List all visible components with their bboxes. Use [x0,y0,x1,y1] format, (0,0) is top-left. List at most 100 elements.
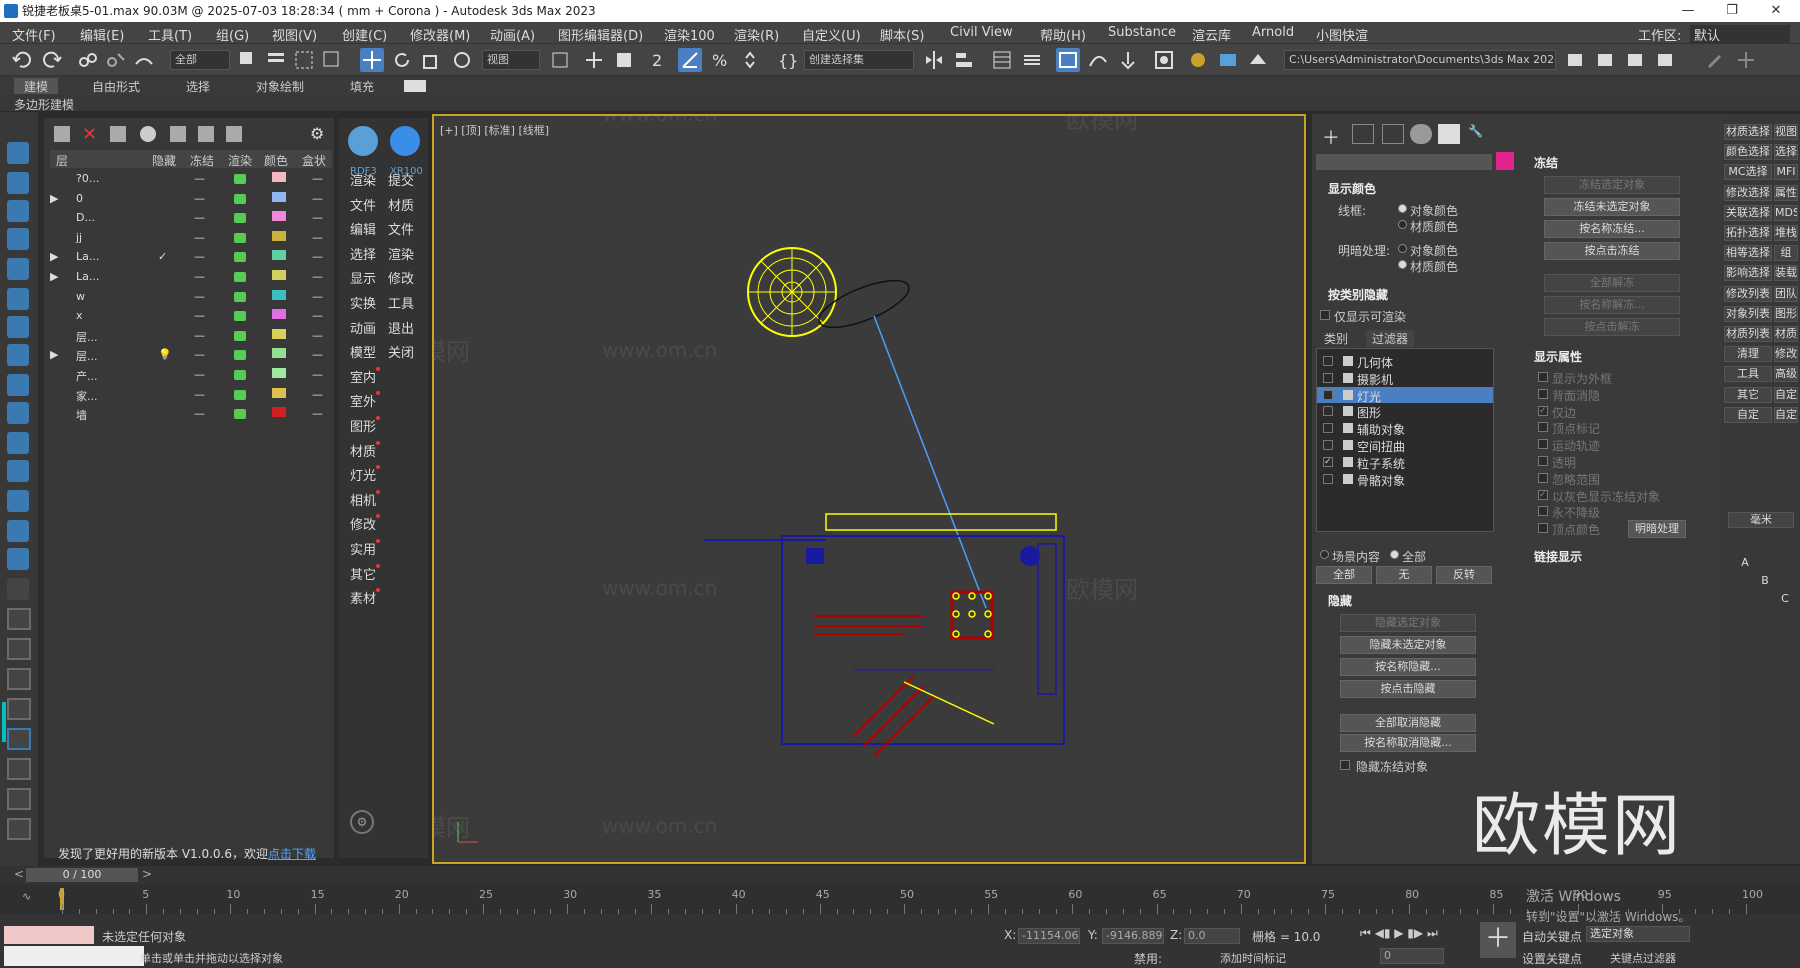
add-time-tag[interactable]: 添加时间标记 [1220,950,1286,966]
display-property-checkbox[interactable] [1538,523,1548,534]
plus-icon[interactable] [1734,48,1758,72]
frame-counter[interactable]: 0 / 100 [26,868,138,882]
layout-grid-icon[interactable] [7,638,31,660]
layer-box-toggle[interactable]: — [312,211,323,224]
layer-box-toggle[interactable]: — [312,270,323,283]
menu-tools[interactable]: 工具(T) [148,25,192,44]
quick-select-button[interactable]: 修改列表 [1724,285,1772,302]
object-name-field[interactable] [1316,154,1492,170]
quick-select-button[interactable]: 关联选择 [1724,204,1772,221]
display-property-checkbox[interactable]: ✓ [1538,405,1548,416]
y-coordinate-field[interactable]: -9146.889 [1102,928,1164,944]
toggle-ribbon-icon[interactable] [1056,48,1080,72]
object-color-swatch[interactable] [1496,152,1514,170]
layer-row[interactable]: 层... — — [50,327,332,346]
teapot-render-icon[interactable] [234,252,246,263]
layer-row[interactable]: jj — — [50,229,332,248]
layer-box-toggle[interactable]: — [312,368,323,381]
project-save-icon[interactable] [1624,48,1648,72]
layer-color-swatch[interactable] [272,348,286,359]
quick-select-button[interactable]: 属性 [1774,184,1798,201]
layer-explorer-icon[interactable] [1020,48,1044,72]
category-tab[interactable]: 类别 [1324,330,1348,347]
menu-scripting[interactable]: 脚本(S) [880,25,924,44]
listener-input[interactable] [4,946,144,966]
wire-object-color-radio[interactable] [1398,204,1407,213]
layout-grid-icon[interactable] [7,788,31,810]
layer-box-toggle[interactable]: — [312,192,323,205]
layout-grid-icon[interactable] [7,758,31,780]
layer-box-toggle[interactable]: — [312,172,323,185]
auto-key-button[interactable]: 自动关键点 [1522,928,1582,945]
menu-file[interactable]: 文件(F) [12,25,56,44]
modify-tab-icon[interactable] [1352,124,1374,144]
quick-select-button[interactable]: 材质列表 [1724,326,1772,342]
minimize-button[interactable]: — [1666,0,1710,22]
layer-frozen-toggle[interactable]: — [194,231,205,244]
shading-object-color-radio[interactable] [1398,244,1407,253]
schematic-view-icon[interactable] [1116,48,1140,72]
layout-grid-icon[interactable] [7,818,31,840]
current-frame-field[interactable]: 0 [1380,948,1444,964]
layer-frozen-toggle[interactable]: — [194,329,205,342]
edit-named-selection-icon[interactable]: {} [774,48,798,72]
key-filters-button[interactable]: 关键点过滤器 [1610,950,1676,966]
quick-select-button[interactable]: MDS [1774,204,1798,221]
rect-selection-icon[interactable] [292,48,316,72]
layer-color-swatch[interactable] [272,387,286,398]
motion-tab-icon[interactable] [1410,124,1432,144]
quick-select-button[interactable]: 团队 [1774,285,1798,302]
layer-box-toggle[interactable]: — [312,250,323,263]
scale-icon[interactable] [420,48,444,72]
layer-color-swatch[interactable] [272,368,286,378]
layer-color-swatch[interactable] [272,230,286,241]
window-crossing-icon[interactable] [320,48,344,72]
layer-color-swatch[interactable] [272,407,286,418]
layer-row[interactable]: ▶ 0 — — [50,190,332,209]
layer-frozen-toggle[interactable]: — [194,270,205,283]
display-property-checkbox[interactable]: ✓ [1538,489,1548,500]
hide-unselected-button[interactable]: 隐藏未选定对象 [1340,636,1476,654]
layer-row[interactable]: D... — — [50,209,332,228]
spinner-snap-icon[interactable] [738,48,762,72]
undo-icon[interactable] [10,48,34,72]
next-frame-icon[interactable]: > [142,867,152,881]
freeze-unselected-button[interactable]: 冻结未选定对象 [1544,198,1680,216]
maximize-button[interactable]: ❐ [1710,0,1754,22]
percent-snap-icon[interactable]: % [708,48,732,72]
wrench-icon[interactable] [1704,48,1728,72]
curve-editor-icon[interactable] [1086,48,1110,72]
quick-select-button[interactable]: 颜色选择 [1724,144,1772,161]
quick-select-button[interactable]: 其它 [1724,386,1772,403]
menu-help[interactable]: 帮助(H) [1040,25,1086,44]
set-key-plus-icon[interactable]: ＋ [1480,922,1516,958]
layout-active-icon[interactable] [7,728,31,750]
named-selection-set-select[interactable]: 创建选择集 [804,50,914,70]
bind-spacewarp-icon[interactable] [132,48,156,72]
freeze-selected-button[interactable]: 冻结选定对象 [1544,176,1680,194]
all-button[interactable]: 全部 [1316,566,1372,584]
set-key-button[interactable]: 设置关键点 [1522,950,1582,967]
freeze-by-name-button[interactable]: 按名称冻结... [1544,220,1680,238]
category-row[interactable]: 灯光 [1317,386,1493,404]
menu-edit[interactable]: 编辑(E) [80,25,124,44]
category-row[interactable]: ✓ 粒子系统 [1317,454,1493,471]
layer-row[interactable]: ▶ La... ✓ — — [50,248,332,267]
invert-button[interactable]: 反转 [1436,566,1492,584]
teapot-render-icon[interactable] [234,213,246,224]
reference-coord-select[interactable]: 视图 [482,50,540,70]
category-checkbox[interactable]: ✓ [1323,456,1333,467]
utilities-icon[interactable] [7,460,29,482]
select-manipulate-icon[interactable] [582,48,606,72]
menu-arnold[interactable]: Arnold [1252,25,1294,40]
highlight-layer-icon[interactable] [170,126,186,142]
layer-box-toggle[interactable]: — [312,290,323,303]
quick-select-button[interactable]: 堆栈 [1774,225,1798,241]
layer-row[interactable]: ▶ La... — — [50,268,332,287]
layer-color-swatch[interactable] [272,250,286,261]
layer-hidden-toggle[interactable]: ✓ [158,250,167,263]
project-folder-icon[interactable] [1564,48,1588,72]
layout-grid-icon[interactable] [7,698,31,720]
x-coordinate-field[interactable]: -11154.06 [1018,928,1080,944]
display-property-checkbox[interactable] [1538,388,1548,399]
